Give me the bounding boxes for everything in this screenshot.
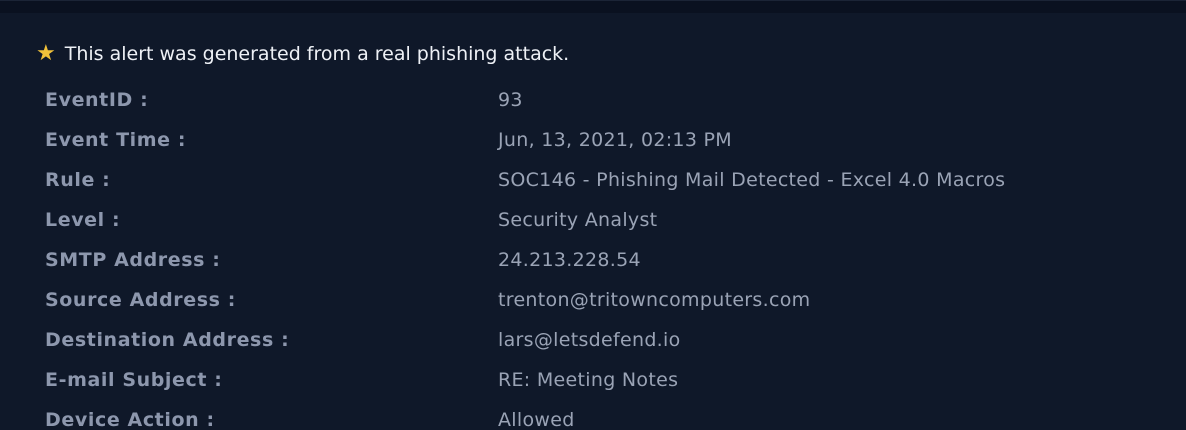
event-time-label: Event Time : [45,129,187,151]
rule-label: Rule : [45,169,111,191]
detail-row-destination-address: Destination Address : lars@letsdefend.io [45,320,1145,360]
phishing-notice: ★ This alert was generated from a real p… [36,41,569,67]
header-strip [0,1,1186,13]
notice-text: This alert was generated from a real phi… [64,43,570,65]
alert-details-panel: ★ This alert was generated from a real p… [0,0,1186,430]
event-time-value: Jun, 13, 2021, 02:13 PM [498,129,732,151]
detail-row-event-id: EventID : 93 [45,80,1145,120]
level-value: Security Analyst [498,209,658,231]
event-id-value: 93 [498,89,523,111]
alert-details-list: EventID : 93 Event Time : Jun, 13, 2021,… [45,80,1145,430]
detail-row-level: Level : Security Analyst [45,200,1145,240]
rule-value: SOC146 - Phishing Mail Detected - Excel … [498,169,1006,191]
source-address-label: Source Address : [45,289,236,311]
smtp-address-label: SMTP Address : [45,249,221,271]
email-subject-value: RE: Meeting Notes [498,369,679,391]
level-label: Level : [45,209,121,231]
device-action-label: Device Action : [45,409,215,430]
detail-row-source-address: Source Address : trenton@tritowncomputer… [45,280,1145,320]
star-icon: ★ [36,41,56,66]
destination-address-label: Destination Address : [45,329,290,351]
smtp-address-value: 24.213.228.54 [498,249,641,271]
source-address-value: trenton@tritowncomputers.com [498,289,811,311]
detail-row-smtp-address: SMTP Address : 24.213.228.54 [45,240,1145,280]
detail-row-event-time: Event Time : Jun, 13, 2021, 02:13 PM [45,120,1145,160]
detail-row-rule: Rule : SOC146 - Phishing Mail Detected -… [45,160,1145,200]
detail-row-device-action: Device Action : Allowed [45,400,1145,430]
event-id-label: EventID : [45,89,149,111]
device-action-value: Allowed [498,409,575,430]
detail-row-email-subject: E-mail Subject : RE: Meeting Notes [45,360,1145,400]
destination-address-value: lars@letsdefend.io [498,329,681,351]
email-subject-label: E-mail Subject : [45,369,223,391]
